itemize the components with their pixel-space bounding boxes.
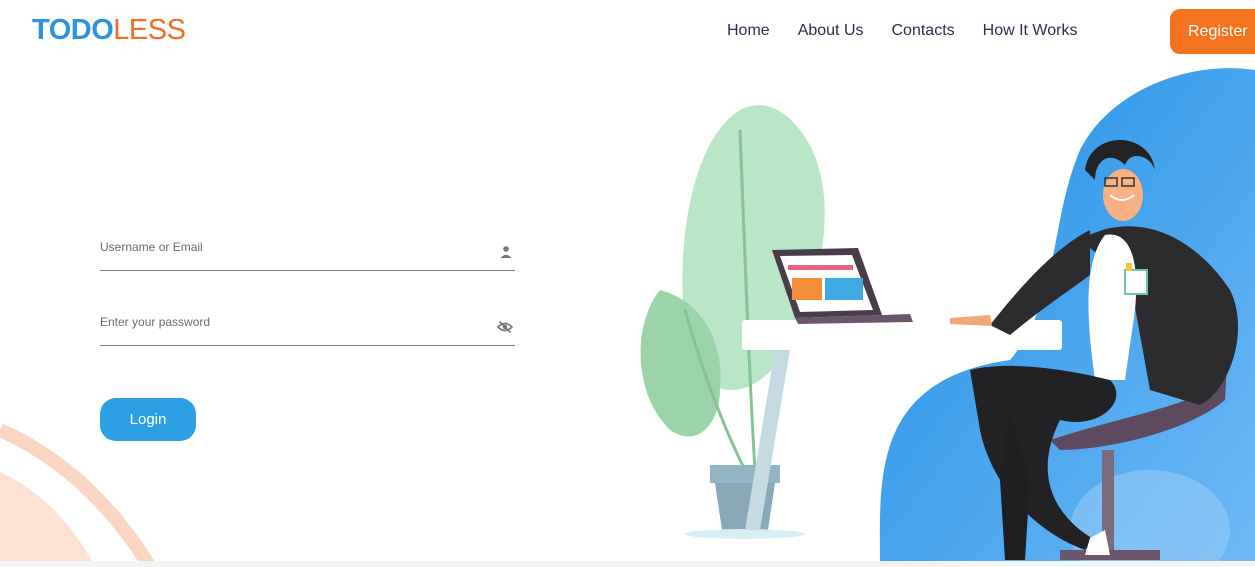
nav-about-us[interactable]: About Us xyxy=(798,22,864,40)
bottom-strip xyxy=(0,561,1255,567)
password-input[interactable] xyxy=(100,315,470,329)
user-icon xyxy=(500,246,512,258)
logo-todo: TODO xyxy=(32,14,114,46)
register-button[interactable]: Register xyxy=(1170,9,1255,54)
logo-less: LESS xyxy=(113,14,186,46)
nav-home[interactable]: Home xyxy=(727,22,770,40)
hero-illustration xyxy=(640,68,1255,567)
eye-off-icon[interactable] xyxy=(497,319,513,335)
nav-how-it-works[interactable]: How It Works xyxy=(983,22,1078,40)
logo[interactable]: TODOLESS xyxy=(32,14,186,47)
username-field[interactable] xyxy=(100,234,515,271)
login-button[interactable]: Login xyxy=(100,398,196,441)
password-field[interactable] xyxy=(100,309,515,346)
main-nav: Home About Us Contacts How It Works xyxy=(727,22,1105,40)
nav-contacts[interactable]: Contacts xyxy=(892,22,955,40)
username-input[interactable] xyxy=(100,240,470,254)
